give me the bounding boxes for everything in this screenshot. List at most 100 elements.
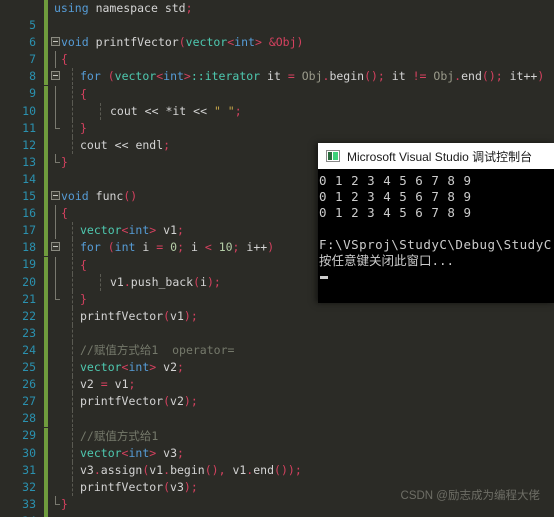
- code-line[interactable]: 28 printfVector(v2);: [0, 393, 554, 425]
- fold-guide: [55, 256, 56, 274]
- fold-guide: [55, 153, 60, 163]
- token-i: i: [200, 274, 207, 289]
- token-shift: <<: [144, 103, 159, 118]
- change-bar: [44, 136, 48, 154]
- token-gt: >: [149, 445, 157, 460]
- token-void: void: [61, 189, 89, 204]
- token-v1: v1: [149, 462, 164, 477]
- token-lparen: (: [163, 308, 171, 323]
- code-line[interactable]: 25 //赋值方式给1 operator=: [0, 342, 554, 374]
- token-v2: v2: [170, 394, 184, 409]
- token-rparen: ): [183, 308, 191, 323]
- token-parens: (): [364, 69, 378, 84]
- token-parens: (): [204, 462, 219, 477]
- token-space-string: " ": [213, 103, 235, 118]
- change-bar: [44, 495, 48, 513]
- code-line[interactable]: 24: [0, 324, 554, 357]
- token-begin: begin: [329, 69, 365, 84]
- indent-guide: [100, 102, 101, 120]
- token-gt: >: [149, 223, 157, 238]
- fold-guide: [55, 205, 56, 223]
- token-eq: =: [156, 240, 164, 255]
- token-push-back: push_back: [130, 274, 194, 289]
- token-func: func: [95, 189, 124, 204]
- change-bar: [44, 324, 48, 342]
- token-std: std: [164, 1, 186, 15]
- code-line[interactable]: 31 vector<int> v3;: [0, 444, 554, 477]
- indent-guide: [72, 478, 73, 496]
- code-line[interactable]: 7 void printfVector(vector<int> &Obj): [0, 34, 554, 66]
- code-line[interactable]: 5 using namespace std;: [0, 0, 554, 32]
- code-line[interactable]: 26 vector<int> v2;: [0, 359, 554, 391]
- console-window[interactable]: Microsoft Visual Studio 调试控制台 0 1 2 3 4 …: [318, 143, 554, 303]
- code-line[interactable]: 35: [0, 513, 554, 517]
- code-text: v1.push_back(i);: [110, 274, 221, 291]
- code-text: {: [80, 257, 87, 274]
- code-line[interactable]: 12 }: [0, 119, 554, 152]
- indent-guide: [72, 393, 73, 411]
- code-line[interactable]: 10 {: [0, 85, 554, 118]
- token-semicolon: ;: [190, 308, 198, 323]
- token-lparen: (: [107, 69, 115, 84]
- token-semicolon: ;: [234, 103, 242, 118]
- change-bar: [44, 171, 48, 189]
- change-bar: [44, 290, 48, 308]
- token-iterator: ::iterator: [190, 69, 261, 84]
- token-printfVector: printfVector: [80, 394, 164, 409]
- console-titlebar[interactable]: Microsoft Visual Studio 调试控制台: [318, 143, 554, 169]
- change-bar: [44, 85, 48, 103]
- fold-toggle-icon[interactable]: [51, 242, 60, 252]
- token-semicolon: ;: [190, 479, 198, 494]
- code-line[interactable]: 9 for (vector<int>::iterator it = Obj.be…: [0, 68, 554, 100]
- token-brace-close: }: [80, 120, 87, 135]
- console-output-line: 0 1 2 3 4 5 6 7 8 9: [319, 189, 472, 204]
- token-brace-close: }: [80, 291, 87, 306]
- token-i-increment: i++: [246, 240, 268, 255]
- token-neq: !=: [412, 69, 427, 84]
- code-text: printfVector(v3);: [80, 479, 198, 496]
- token-printfVector: printfVector: [95, 35, 179, 50]
- token-rparen: ): [537, 69, 545, 84]
- code-line[interactable]: 23 printfVector(v1);: [0, 307, 554, 340]
- fold-toggle-icon[interactable]: [51, 191, 60, 201]
- code-line[interactable]: 29: [0, 410, 554, 442]
- console-output[interactable]: 0 1 2 3 4 5 6 7 8 9 0 1 2 3 4 5 6 7 8 9 …: [318, 169, 554, 303]
- token-shift: <<: [114, 137, 129, 152]
- token-rparen: ): [183, 394, 191, 409]
- code-text: }: [61, 496, 68, 513]
- token-vector: vector: [80, 223, 122, 238]
- code-line[interactable]: 30 //赋值方式给1: [0, 427, 554, 460]
- code-text: vector<int> v3;: [80, 445, 184, 462]
- code-line[interactable]: 27 v2 = v1;: [0, 376, 554, 408]
- code-text: void func(): [61, 188, 137, 205]
- code-text: for (vector<int>::iterator it = Obj.begi…: [80, 68, 544, 85]
- token-printfVector: printfVector: [80, 479, 164, 494]
- token-vector: vector: [80, 360, 122, 375]
- token-gt: >: [254, 35, 262, 50]
- token-rparen: ): [287, 462, 295, 477]
- token-semicolon: ;: [177, 223, 184, 238]
- fold-toggle-icon[interactable]: [51, 37, 60, 47]
- change-bar: [44, 51, 48, 69]
- indent-guide: [72, 427, 73, 445]
- token-cout: cout: [80, 137, 108, 152]
- indent-guide: [72, 376, 73, 394]
- code-line[interactable]: 6: [0, 17, 554, 49]
- code-text: {: [80, 86, 87, 103]
- code-line[interactable]: 11 cout << *it << " ";: [0, 102, 554, 135]
- token-parens: (): [274, 462, 288, 477]
- fold-toggle-icon[interactable]: [51, 71, 60, 81]
- token-printfVector: printfVector: [80, 308, 164, 323]
- token-rparen: ): [267, 240, 275, 255]
- token-gt: >: [183, 69, 191, 84]
- code-text: for (int i = 0; i < 10; i++): [80, 239, 274, 256]
- code-line[interactable]: 8 {: [0, 51, 554, 83]
- token-for: for: [80, 69, 101, 84]
- code-text: cout << endl;: [80, 137, 170, 154]
- code-text: }: [80, 291, 87, 308]
- token-brace-open: {: [80, 257, 87, 272]
- change-bar: [44, 342, 48, 360]
- token-brace-open: {: [80, 86, 87, 101]
- code-line[interactable]: 32 v3.assign(v1.begin(), v1.end());: [0, 461, 554, 494]
